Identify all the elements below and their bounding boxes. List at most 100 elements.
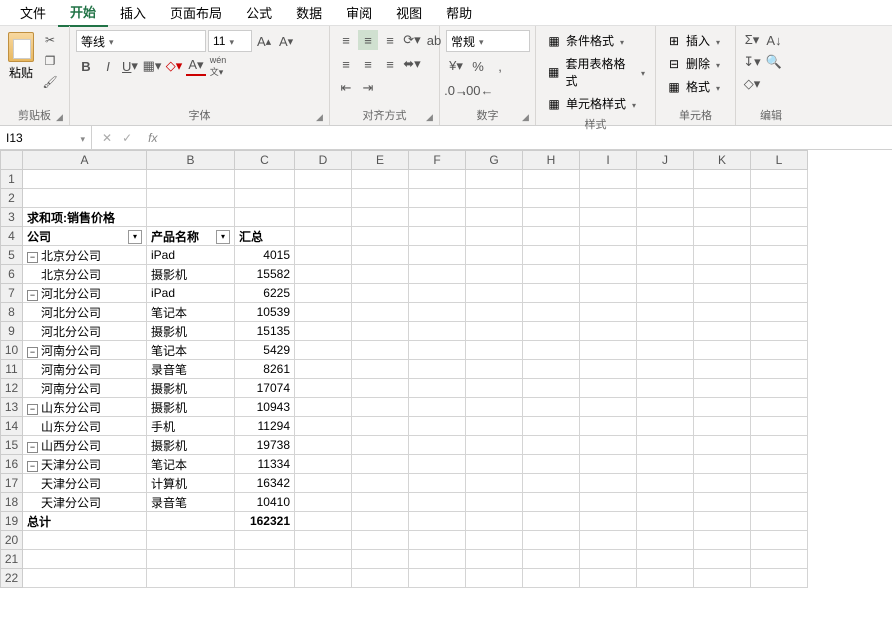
row-header-21[interactable]: 21 [1,550,23,569]
bold-button[interactable]: B [76,56,96,76]
cell-K19[interactable] [694,512,751,531]
cell-F16[interactable] [409,455,466,474]
row-header-5[interactable]: 5 [1,246,23,265]
row-header-16[interactable]: 16 [1,455,23,474]
border-button[interactable]: ▦▾ [142,56,162,76]
cell-I3[interactable] [580,208,637,227]
cell-D13[interactable] [295,398,352,417]
cell-A11[interactable]: 河南分公司 [23,360,147,379]
cell-I20[interactable] [580,531,637,550]
cell-K2[interactable] [694,189,751,208]
paste-button[interactable]: 粘贴 [6,30,36,83]
cell-G3[interactable] [466,208,523,227]
cell-D15[interactable] [295,436,352,455]
cell-F15[interactable] [409,436,466,455]
cell-C9[interactable]: 15135 [235,322,295,341]
cell-L2[interactable] [751,189,808,208]
cell-K6[interactable] [694,265,751,284]
align-right-button[interactable]: ≡ [380,54,400,74]
col-header-E[interactable]: E [352,151,409,170]
row-header-15[interactable]: 15 [1,436,23,455]
menu-tab-页面布局[interactable]: 页面布局 [158,0,234,26]
cell-J16[interactable] [637,455,694,474]
cell-K1[interactable] [694,170,751,189]
cell-C8[interactable]: 10539 [235,303,295,322]
cell-B8[interactable]: 笔记本 [147,303,235,322]
cell-H2[interactable] [523,189,580,208]
cell-K9[interactable] [694,322,751,341]
cell-J1[interactable] [637,170,694,189]
cell-G13[interactable] [466,398,523,417]
cell-I6[interactable] [580,265,637,284]
cell-K11[interactable] [694,360,751,379]
cell-K4[interactable] [694,227,751,246]
align-launcher[interactable]: ◢ [426,112,436,122]
increase-indent-button[interactable]: ⇥ [358,78,378,98]
cell-A1[interactable] [23,170,147,189]
number-format-combo[interactable]: 常规 [446,30,530,52]
cell-E9[interactable] [352,322,409,341]
cell-L9[interactable] [751,322,808,341]
cell-G20[interactable] [466,531,523,550]
cell-E17[interactable] [352,474,409,493]
worksheet-grid[interactable]: ABCDEFGHIJKL123求和项:销售价格4公司▾产品名称▾汇总5−北京分公… [0,150,892,619]
menu-tab-插入[interactable]: 插入 [108,0,158,26]
cell-I7[interactable] [580,284,637,303]
merge-button[interactable]: ⬌▾ [402,54,422,74]
font-color-button[interactable]: A▾ [186,56,206,76]
cell-L10[interactable] [751,341,808,360]
cell-F8[interactable] [409,303,466,322]
fill-color-button[interactable]: ◇▾ [164,56,184,76]
cell-A15[interactable]: −山西分公司 [23,436,147,455]
cell-A22[interactable] [23,569,147,588]
cell-G6[interactable] [466,265,523,284]
col-header-I[interactable]: I [580,151,637,170]
row-header-19[interactable]: 19 [1,512,23,531]
cell-E19[interactable] [352,512,409,531]
cell-B22[interactable] [147,569,235,588]
cell-D8[interactable] [295,303,352,322]
cell-F13[interactable] [409,398,466,417]
fx-icon[interactable]: fx [142,131,163,145]
name-box[interactable]: I13 [0,126,92,149]
row-header-1[interactable]: 1 [1,170,23,189]
cell-C20[interactable] [235,531,295,550]
collapse-button-15[interactable]: − [27,442,38,453]
menu-tab-开始[interactable]: 开始 [58,0,108,27]
col-header-D[interactable]: D [295,151,352,170]
cell-G14[interactable] [466,417,523,436]
cell-B21[interactable] [147,550,235,569]
cell-H8[interactable] [523,303,580,322]
cell-C5[interactable]: 4015 [235,246,295,265]
cell-A14[interactable]: 山东分公司 [23,417,147,436]
cell-I10[interactable] [580,341,637,360]
enter-formula-button[interactable]: ✓ [122,131,132,145]
pivot-header-product[interactable]: 产品名称▾ [147,227,235,246]
comma-button[interactable]: , [490,56,510,76]
pivot-title[interactable]: 求和项:销售价格 [23,208,147,227]
cell-I21[interactable] [580,550,637,569]
cell-I14[interactable] [580,417,637,436]
cell-C6[interactable]: 15582 [235,265,295,284]
cell-K5[interactable] [694,246,751,265]
row-header-14[interactable]: 14 [1,417,23,436]
cell-L1[interactable] [751,170,808,189]
cell-G17[interactable] [466,474,523,493]
cell-J20[interactable] [637,531,694,550]
cell-I4[interactable] [580,227,637,246]
menu-tab-公式[interactable]: 公式 [234,0,284,26]
cell-J3[interactable] [637,208,694,227]
cell-K20[interactable] [694,531,751,550]
cell-A8[interactable]: 河北分公司 [23,303,147,322]
cell-A20[interactable] [23,531,147,550]
cell-I8[interactable] [580,303,637,322]
cell-A13[interactable]: −山东分公司 [23,398,147,417]
collapse-button-16[interactable]: − [27,461,38,472]
col-header-B[interactable]: B [147,151,235,170]
cell-I13[interactable] [580,398,637,417]
collapse-button-10[interactable]: − [27,347,38,358]
cell-J21[interactable] [637,550,694,569]
cell-E5[interactable] [352,246,409,265]
pivot-grand-total-label[interactable]: 总计 [23,512,147,531]
cell-E1[interactable] [352,170,409,189]
